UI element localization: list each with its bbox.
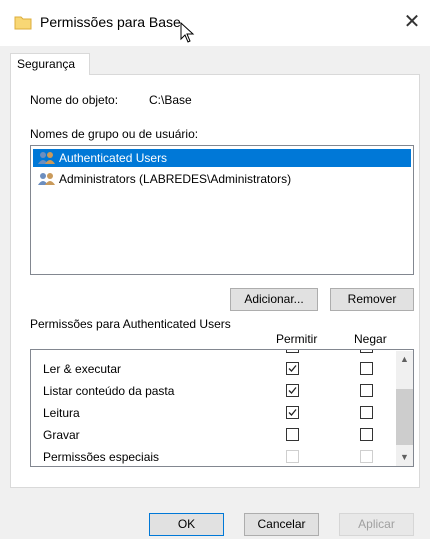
user-label: Administrators (LABREDES\Administrators) [59, 172, 292, 186]
permission-label: Permissões especiais [43, 450, 160, 464]
user-list-item[interactable]: Authenticated Users [33, 149, 411, 167]
permission-row: Leitura [31, 402, 395, 424]
add-button[interactable]: Adicionar... [230, 288, 318, 311]
deny-checkbox [360, 450, 373, 463]
allow-checkbox [286, 450, 299, 463]
scroll-down-icon[interactable]: ▼ [396, 449, 413, 466]
check-icon [288, 409, 297, 416]
users-icon [38, 152, 55, 164]
check-icon [288, 387, 297, 394]
checkbox [360, 350, 373, 353]
deny-checkbox[interactable] [360, 362, 373, 375]
ok-button[interactable]: OK [149, 513, 224, 536]
check-icon [288, 365, 297, 372]
tab-security[interactable]: Segurança [10, 53, 90, 75]
user-label: Authenticated Users [59, 151, 168, 165]
allow-checkbox[interactable] [286, 428, 299, 441]
deny-checkbox[interactable] [360, 384, 373, 397]
permission-row: Gravar [31, 424, 395, 446]
permission-label: Ler & executar [43, 362, 122, 376]
remove-button[interactable]: Remover [330, 288, 414, 311]
scrollbar[interactable]: ▲ ▼ [396, 351, 413, 466]
folder-icon [14, 16, 32, 30]
permission-row: Ler & executar [31, 358, 395, 380]
permissions-label: Permissões para Authenticated Users [30, 317, 231, 331]
permission-label: Listar conteúdo da pasta [43, 384, 175, 398]
permission-row: Listar conteúdo da pasta [31, 380, 395, 402]
permission-row-partial [31, 350, 395, 358]
object-name-value: C:\Base [149, 93, 192, 107]
column-header-allow: Permitir [276, 332, 318, 346]
permission-label: Gravar [43, 428, 80, 442]
column-header-deny: Negar [354, 332, 387, 346]
checkbox [286, 350, 299, 353]
permission-row: Permissões especiais [31, 446, 395, 466]
apply-button[interactable]: Aplicar [339, 513, 414, 536]
object-name-label: Nome do objeto: [30, 93, 119, 107]
user-list-item[interactable]: Administrators (LABREDES\Administrators) [33, 170, 411, 188]
permissions-table: Ler & executar Listar conteúdo da pasta Le… [30, 349, 414, 467]
permission-label: Leitura [43, 406, 80, 420]
close-icon[interactable]: ✕ [400, 10, 424, 34]
users-list[interactable]: Authenticated Users Administrators (LABR… [30, 145, 414, 275]
allow-checkbox[interactable] [286, 384, 299, 397]
groups-label: Nomes de grupo ou de usuário: [30, 127, 199, 141]
mouse-cursor-icon [180, 22, 195, 43]
cancel-button[interactable]: Cancelar [244, 513, 319, 536]
title-bar: Permissões para Base ✕ [0, 0, 430, 46]
scroll-thumb[interactable] [396, 389, 413, 445]
allow-checkbox[interactable] [286, 362, 299, 375]
deny-checkbox[interactable] [360, 428, 373, 441]
allow-checkbox[interactable] [286, 406, 299, 419]
users-icon [38, 173, 55, 185]
deny-checkbox[interactable] [360, 406, 373, 419]
scroll-up-icon[interactable]: ▲ [396, 351, 413, 368]
window-title: Permissões para Base [40, 14, 181, 30]
